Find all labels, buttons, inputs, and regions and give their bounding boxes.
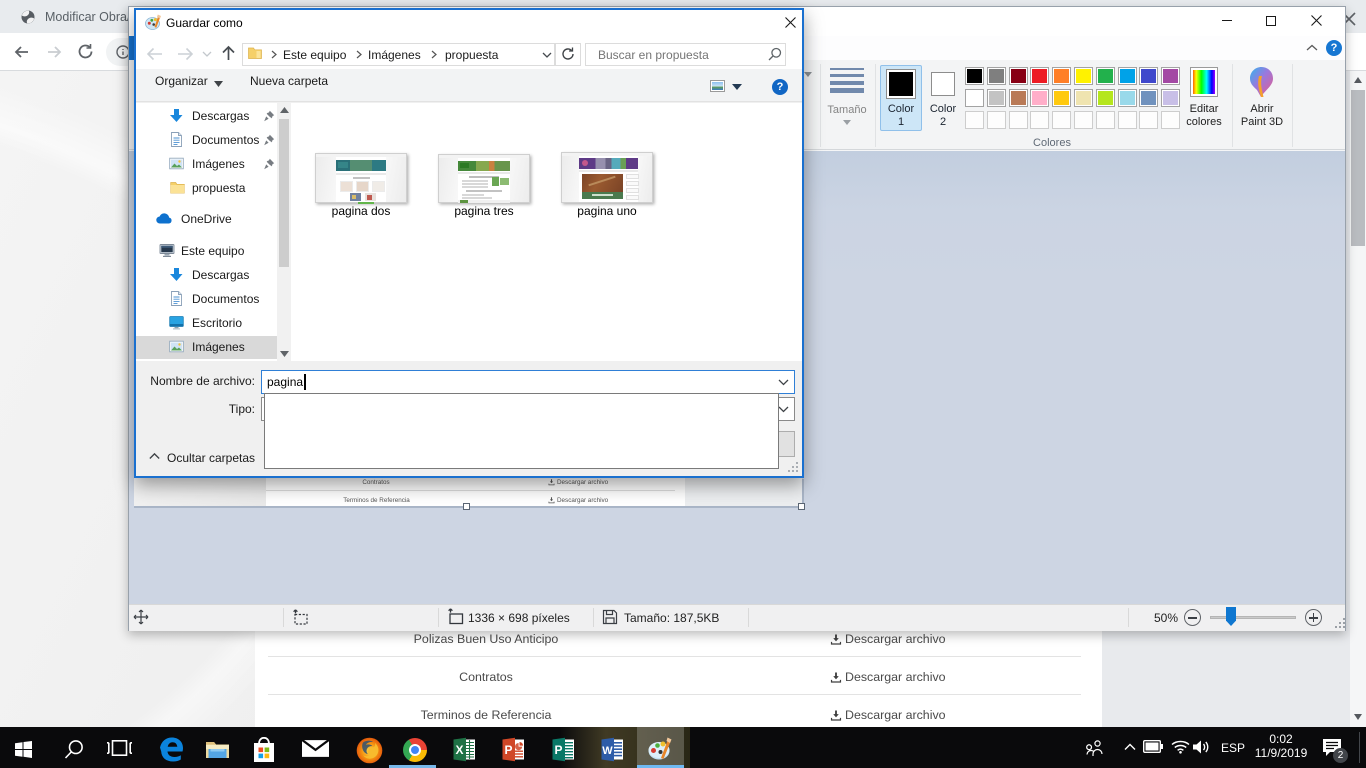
- svg-text:P: P: [554, 743, 562, 757]
- svg-text:W: W: [602, 745, 613, 757]
- svg-text:P: P: [504, 743, 512, 757]
- svg-text:X: X: [455, 743, 463, 757]
